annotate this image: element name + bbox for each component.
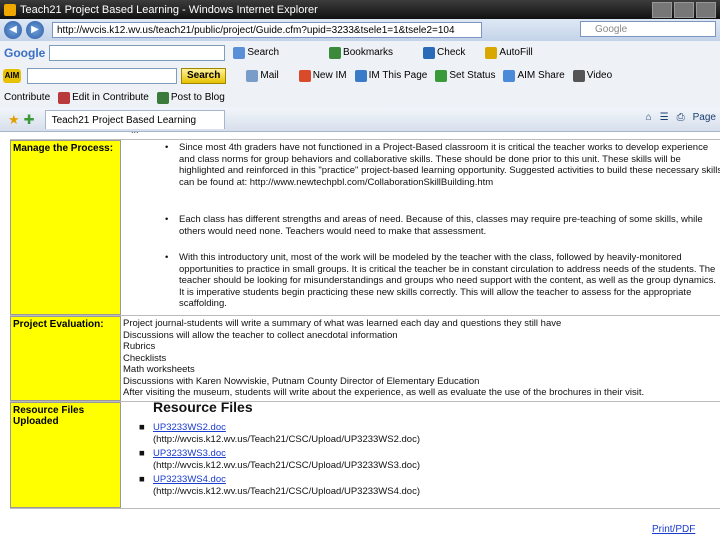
video-button[interactable]: Video — [572, 69, 613, 82]
contribute-menu[interactable]: Contribute — [4, 92, 50, 103]
page-icon — [354, 69, 367, 82]
blog-icon — [156, 91, 169, 104]
autofill-button[interactable]: AutoFill — [485, 46, 533, 59]
google-search-button[interactable]: Search — [233, 46, 280, 59]
close-button[interactable] — [696, 2, 716, 18]
check-icon — [423, 46, 436, 59]
aim-logo: AIM — [3, 68, 21, 83]
check-label: Check — [437, 47, 466, 58]
aim-share-label: AIM Share — [517, 70, 565, 81]
google-toolbar: Google Search Bookmarks Check AutoFill — [0, 41, 720, 65]
mail-button[interactable]: Mail — [246, 69, 279, 82]
row-divider — [10, 508, 720, 509]
bullet: ■ — [139, 422, 145, 433]
manage-process-content: Since most 4th graders have not function… — [123, 142, 720, 310]
autofill-icon — [485, 46, 498, 59]
share-icon — [503, 69, 516, 82]
print-icon[interactable]: ⎙ — [677, 112, 685, 123]
project-evaluation-content: Project journal-students will write a su… — [123, 318, 720, 399]
minimize-button[interactable] — [652, 2, 672, 18]
bullet: ■ — [139, 474, 145, 485]
autofill-label: AutoFill — [499, 47, 533, 58]
eval-line: Discussions with Karen Nowviskie, Putnam… — [123, 375, 480, 387]
video-icon — [572, 69, 585, 82]
feeds-icon[interactable]: ☰ — [660, 112, 669, 123]
manage-bullet-2: Each class has different strengths and a… — [123, 214, 720, 252]
resource-file-link[interactable]: UP3233WS2.doc — [153, 422, 226, 434]
set-status-button[interactable]: Set Status — [435, 69, 496, 82]
aim-share-button[interactable]: AIM Share — [503, 69, 565, 82]
resource-files-heading: Resource Files — [153, 399, 253, 415]
aim-toolbar: AIM Search Mail New IM IM This Page Set … — [0, 64, 720, 88]
tab-bar: ★ ✚ Teach21 Project Based Learning ⌂ ☰ ⎙… — [0, 108, 720, 132]
edit-icon — [58, 91, 71, 104]
resource-file-link[interactable]: UP3233WS4.doc — [153, 474, 226, 486]
page-menu[interactable]: Page — [693, 112, 716, 123]
forward-button[interactable]: ▶ — [26, 21, 44, 39]
favorites-star-icon[interactable]: ★ — [8, 112, 20, 128]
aim-search-button[interactable]: Search — [181, 67, 227, 84]
im-icon — [298, 69, 311, 82]
cut-off-text: ... — [131, 131, 139, 135]
window-controls — [652, 2, 716, 18]
manage-process-label: Manage the Process: — [10, 140, 121, 315]
browser-search-field[interactable]: Google — [580, 21, 716, 37]
status-icon — [435, 69, 448, 82]
project-evaluation-label: Project Evaluation: — [10, 316, 121, 401]
page-content: ... Manage the Process: Since most 4th g… — [0, 131, 720, 540]
post-to-blog-button[interactable]: Post to Blog — [156, 91, 225, 104]
eval-line: Math worksheets — [123, 364, 195, 375]
eval-line: After visiting the museum, students will… — [123, 387, 645, 398]
eval-line: Project journal-students will write a su… — [123, 318, 562, 329]
window-title: Teach21 Project Based Learning - Windows… — [20, 3, 318, 16]
resource-file-path: (http://wvcis.k12.wv.us/Teach21/CSC/Uplo… — [153, 434, 420, 445]
mail-label: Mail — [260, 70, 279, 81]
search-icon — [233, 46, 246, 59]
manage-bullet-3: With this introductory unit, most of the… — [123, 252, 720, 310]
google-search-label: Search — [247, 47, 280, 58]
google-search-input[interactable] — [49, 44, 226, 61]
url-field[interactable]: http://wvcis.k12.wv.us/teach21/public/pr… — [52, 22, 482, 38]
post-to-blog-label: Post to Blog — [170, 92, 225, 103]
resource-files-content: Resource Files ■ UP3233WS2.doc (http://w… — [123, 399, 720, 508]
eval-line: Rubrics — [123, 341, 156, 352]
command-bar: ⌂ ☰ ⎙ Page — [646, 112, 716, 123]
back-button[interactable]: ◀ — [4, 21, 22, 39]
bookmarks-button[interactable]: Bookmarks — [329, 46, 394, 59]
maximize-button[interactable] — [674, 2, 694, 18]
edit-in-contribute-button[interactable]: Edit in Contribute — [58, 91, 149, 104]
check-button[interactable]: Check — [423, 46, 466, 59]
resource-file-path: (http://wvcis.k12.wv.us/Teach21/CSC/Uplo… — [153, 460, 420, 471]
add-favorites-icon[interactable]: ✚ — [24, 112, 35, 128]
contribute-toolbar: Contribute Edit in Contribute Post to Bl… — [0, 87, 720, 109]
window-titlebar: Teach21 Project Based Learning - Windows… — [0, 0, 720, 19]
video-label: Video — [586, 70, 613, 81]
aim-search-input[interactable] — [27, 67, 177, 84]
star-icon — [329, 46, 342, 59]
tab-teach21[interactable]: Teach21 Project Based Learning — [44, 110, 225, 129]
mail-icon — [246, 69, 259, 82]
google-logo: Google — [4, 45, 46, 60]
edit-in-contribute-label: Edit in Contribute — [72, 92, 149, 103]
eval-line: Checklists — [123, 352, 167, 364]
ie-app-icon — [4, 3, 16, 16]
im-page-button[interactable]: IM This Page — [354, 69, 428, 82]
new-im-label: New IM — [312, 70, 347, 81]
resource-file-path: (http://wvcis.k12.wv.us/Teach21/CSC/Uplo… — [153, 486, 420, 497]
im-page-label: IM This Page — [368, 70, 428, 81]
bookmarks-label: Bookmarks — [343, 47, 394, 58]
home-icon[interactable]: ⌂ — [646, 112, 652, 123]
set-status-label: Set Status — [449, 70, 496, 81]
address-bar: ◀ ▶ http://wvcis.k12.wv.us/teach21/publi… — [0, 19, 720, 41]
bullet: ■ — [139, 448, 145, 459]
manage-bullet-1: Since most 4th graders have not function… — [123, 142, 720, 214]
resource-file-link[interactable]: UP3233WS3.doc — [153, 448, 226, 460]
eval-line: Discussions will allow the teacher to co… — [123, 329, 398, 341]
new-im-button[interactable]: New IM — [298, 69, 347, 82]
resource-files-label: Resource Files Uploaded — [10, 402, 121, 508]
print-pdf-link[interactable]: Print/PDF — [652, 524, 695, 535]
